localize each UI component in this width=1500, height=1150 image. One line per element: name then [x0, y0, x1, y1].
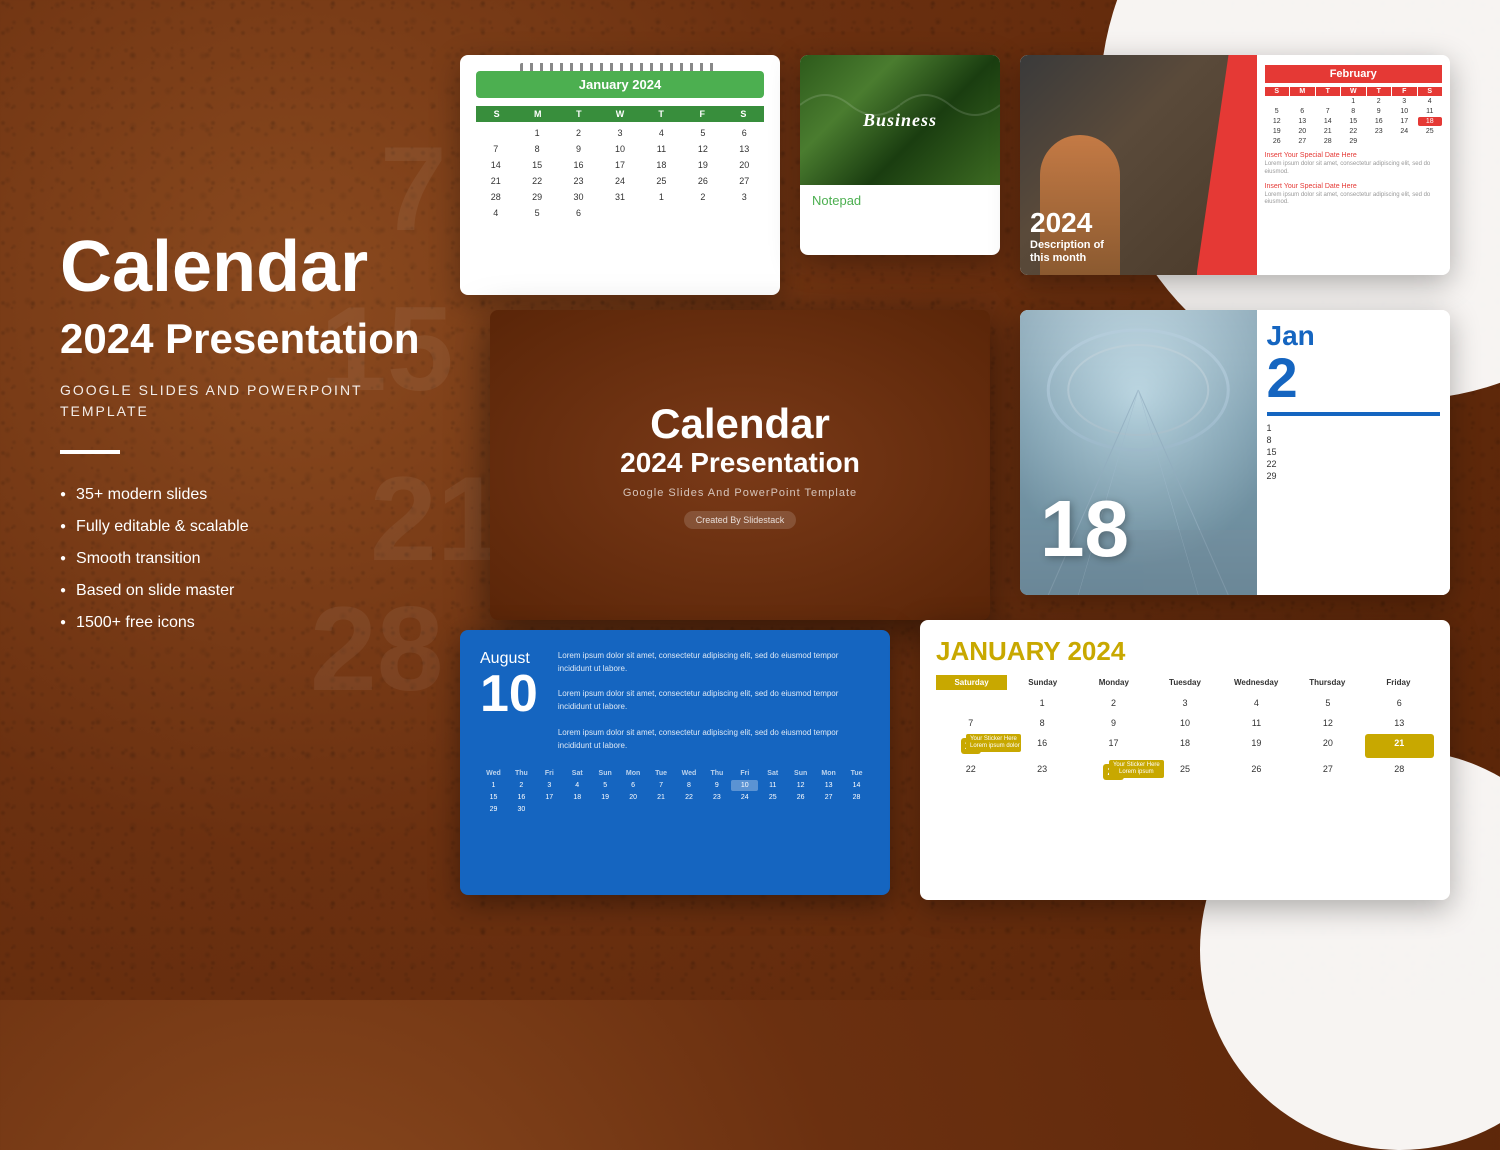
jan2024-day-21: 21: [1365, 734, 1434, 758]
feb-year-text: 2024 Description ofthis month: [1030, 207, 1104, 265]
jan-weekdays: SMTWTFS: [476, 106, 764, 122]
feature-1: 35+ modern slides: [60, 486, 490, 504]
jan18-mini-cal: 1 8 15 22 29: [1267, 422, 1441, 482]
jan18-photo: 18: [1020, 310, 1257, 595]
jan2024-tooltip-15: Your Sticker HereLorem ipsum dolor: [966, 734, 1021, 752]
slide-notepad: Business Notepad: [800, 55, 1000, 255]
jan2024-title: JANUARY 2024: [936, 636, 1434, 667]
jan18-day-number: 18: [1040, 483, 1129, 575]
feb-cal-grid: SMTWTFS 1234 567891011 12131415161718 19…: [1265, 87, 1443, 146]
aug-lorem-text: Lorem ipsum dolor sit amet, consectetur …: [558, 650, 870, 752]
feature-5: 1500+ free icons: [60, 614, 490, 632]
aug-top-section: August 10 Lorem ipsum dolor sit amet, co…: [480, 650, 870, 752]
jan18-row: 8: [1267, 434, 1441, 446]
main-subtitle: 2024 Presentation: [60, 316, 490, 362]
feb-insert-text-1: Insert Your Special Date Here: [1265, 152, 1443, 159]
feb-insert-text-2: Insert Your Special Date Here: [1265, 183, 1443, 190]
feb-red-shape: [1197, 55, 1257, 275]
created-badge: Created By Slidestack: [684, 511, 797, 529]
feb-calendar-area: February SMTWTFS 1234 567891011 12131415…: [1257, 55, 1451, 275]
feb-insert-desc-1: Lorem ipsum dolor sit amet, consectetur …: [1265, 161, 1443, 177]
aug-day: 10: [480, 668, 538, 720]
features-list: 35+ modern slides Fully editable & scala…: [60, 486, 490, 632]
aug-date: August 10: [480, 650, 538, 752]
slide-january-calendar: January 2024 SMTWTFS 1234567891011121314…: [460, 55, 780, 295]
feb-insert-desc-2: Lorem ipsum dolor sit amet, consectetur …: [1265, 192, 1443, 208]
feature-3: Smooth transition: [60, 550, 490, 568]
jan18-blue-bar: [1267, 412, 1441, 416]
main-cal-tagline: Google Slides And PowerPoint Template: [623, 487, 857, 499]
jan-calendar-header: January 2024: [476, 71, 764, 98]
notepad-image: Business: [800, 55, 1000, 185]
slide-august: August 10 Lorem ipsum dolor sit amet, co…: [460, 630, 890, 895]
jan18-row: 22: [1267, 458, 1441, 470]
tagline: Google Slides And PowerpointTemplate: [60, 380, 490, 422]
feb-desc: Description ofthis month: [1030, 239, 1104, 265]
main-cal-subtitle: 2024 Presentation: [620, 447, 860, 479]
slide-february: 2024 Description ofthis month February S…: [1020, 55, 1450, 275]
main-title-line1: Calendar: [60, 230, 490, 306]
jan18-row: 1: [1267, 422, 1441, 434]
jan2024-tooltip-24: Your Sticker HereLorem ipsum: [1109, 760, 1164, 778]
main-cal-title: Calendar: [650, 401, 830, 447]
divider: [60, 450, 120, 454]
feature-2: Fully editable & scalable: [60, 518, 490, 536]
jan-calendar-grid: 1234567891011121314151617181920212223242…: [476, 126, 764, 220]
jan18-year-partial: 2: [1267, 350, 1441, 406]
jan2024-body: 123456 78910111213 15 Your Sticker HereL…: [936, 694, 1434, 784]
feature-4: Based on slide master: [60, 582, 490, 600]
jan18-row: 29: [1267, 470, 1441, 482]
slide-main-calendar: Calendar 2024 Presentation Google Slides…: [490, 310, 990, 620]
jan2024-header: Saturday Sunday Monday Tuesday Wednesday…: [936, 675, 1434, 690]
feb-month-title: February: [1265, 65, 1443, 83]
left-content: Calendar 2024 Presentation Google Slides…: [60, 230, 490, 646]
jan18-right-panel: Jan 2 1 8 15 22 29: [1257, 310, 1451, 595]
feb-photo: 2024 Description ofthis month: [1020, 55, 1257, 275]
slide-jan18: 18 Jan 2 1 8 15 22 29: [1020, 310, 1450, 595]
jan18-row: 15: [1267, 446, 1441, 458]
aug-cal-grid: WedThuFriSatSunMonTueWedThuFriSatSunMonT…: [480, 768, 870, 815]
feb-photo-area: 2024 Description ofthis month: [1020, 55, 1257, 275]
notepad-label: Notepad: [800, 185, 1000, 216]
slide-january-2024: JANUARY 2024 Saturday Sunday Monday Tues…: [920, 620, 1450, 900]
